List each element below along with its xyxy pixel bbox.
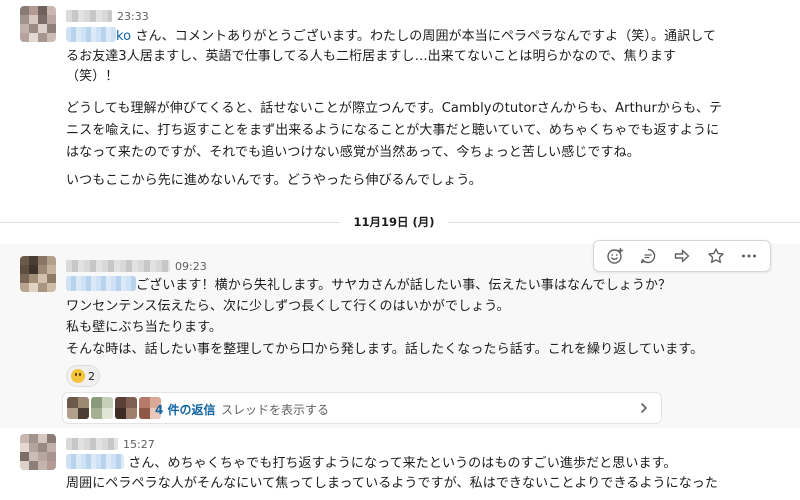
participant-avatar [67,397,89,419]
reply-in-thread-button[interactable] [634,243,662,269]
message-text-line: （笑）！ [66,69,119,84]
message-text-line: いつもここから先に進めないんです。どうやったら伸びるんでしょう。 [66,173,482,188]
date-divider: 11月19日 (月) [0,210,800,234]
message-timestamp[interactable]: 23:33 [117,10,149,23]
share-message-button[interactable] [668,243,696,269]
thread-participant-avatars [67,397,161,419]
user-mention[interactable] [66,27,116,42]
message-text-line: さん、めちゃくちゃでも打ち返すようになって来たというのはものすごい進歩だと思いま… [66,454,677,474]
share-message-icon [674,249,690,263]
date-divider-label[interactable]: 11月19日 (月) [340,213,448,232]
message-text-line: ございます！横から失礼します。サヤカさんが話したい事、伝えたい事はなんでしょうか… [66,276,671,296]
user-name[interactable] [66,260,170,272]
user-mention-suffix[interactable]: ko [116,29,131,44]
message-text-line: そんな時は、話したい事を整理してから口から発します。話したくなったら話す。これを… [66,342,704,357]
message-actions-toolbar [593,240,771,272]
emoji-reaction[interactable]: 2 [66,365,100,387]
message-text-line: るお友達3人居ますし、英語で仕事してる人も二桁居ますし…出来てないことは明らかな… [66,49,677,64]
message-text-line: はなって来たのですが、それでも追いつけない感覚が当然あって、今ちょっと苦しい感じ… [66,145,640,160]
more-actions-button[interactable] [735,243,763,269]
add-reaction-button[interactable] [601,243,629,269]
participant-avatar [115,397,137,419]
user-name[interactable] [66,10,112,22]
more-actions-icon [742,254,757,258]
save-star-icon [707,248,724,263]
thread-replies-bar[interactable]: 4 件の返信 スレッドを表示する [62,392,662,424]
user-mention[interactable] [66,276,136,291]
smile-emoji-icon [71,369,85,383]
user-name[interactable] [66,438,118,450]
message-text-line: ワンセンテンス伝えたら、次に少しずつ長くして行くのはいかがでしょう。 [66,299,510,314]
reaction-count: 2 [88,369,95,383]
message-timestamp[interactable]: 09:23 [175,260,207,273]
reply-in-thread-icon [641,248,656,264]
user-avatar[interactable] [20,6,56,42]
user-avatar[interactable] [20,434,56,470]
user-avatar[interactable] [20,256,56,292]
user-mention[interactable] [66,454,124,469]
message-text-line: 私も壁にぶち当たります。 [66,320,223,335]
chevron-right-icon [641,403,647,413]
message-text-line: ko さん、コメントありがとうございます。わたしの周囲が本当にペラペラなんですよ… [66,27,716,47]
message-timestamp[interactable]: 15:27 [123,438,155,451]
save-message-button[interactable] [702,243,730,269]
message-text-line: どうしても理解が伸びてくると、話せないことが際立つんです。Camblyのtuto… [66,101,723,116]
message-text-line: 周囲にペラペラな人がそんなにいて焦ってしまっているようですが、私はできないことよ… [66,476,719,491]
participant-avatar [91,397,113,419]
add-reaction-icon [607,247,623,264]
thread-reply-count[interactable]: 4 件の返信 [155,401,216,418]
message-text-line: ニスを喩えに、打ち返すことをまず出来るようになることが大事だと聴いていて、めちゃ… [66,123,720,138]
view-thread-link[interactable]: スレッドを表示する [221,401,329,418]
